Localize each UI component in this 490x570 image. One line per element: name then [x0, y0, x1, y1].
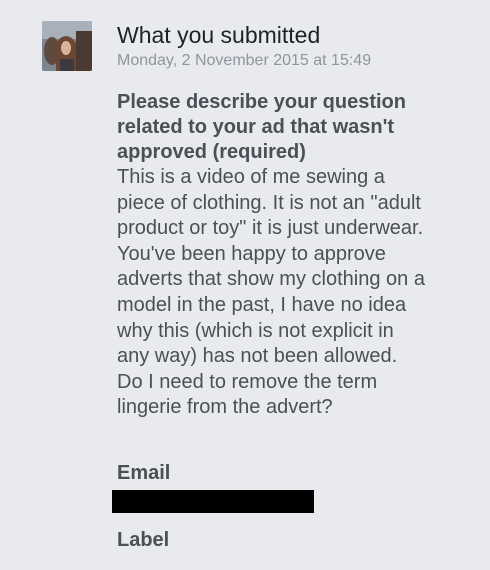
redacted-email-value: [112, 490, 314, 513]
page-title: What you submitted: [117, 22, 321, 48]
answer-line: You've been happy to approve: [117, 242, 386, 265]
submission-timestamp: Monday, 2 November 2015 at 15:49: [117, 52, 372, 69]
email-label: Email: [117, 462, 171, 484]
answer-line: product or toy" it is just underwear.: [117, 217, 424, 240]
answer-line: piece of clothing. It is not an "adult: [117, 191, 421, 214]
question-label-line: related to your ad that wasn't: [117, 116, 395, 138]
answer-line: Do I need to remove the term: [117, 370, 378, 393]
question-label-line: approved (required): [117, 141, 306, 163]
answer-line: model in the past, I have no idea: [117, 293, 407, 316]
submission-content: Please describe your question related to…: [117, 90, 482, 421]
answer-line: adverts that show my clothing on a: [117, 268, 425, 291]
answer-line: any way) has not been allowed.: [117, 345, 398, 368]
avatar[interactable]: [42, 21, 92, 71]
profile-photo: [42, 21, 92, 71]
label-field-label: Label: [117, 529, 170, 551]
answer-line: lingerie from the advert?: [117, 396, 333, 419]
answer-line: why this (which is not explicit in: [117, 319, 394, 342]
question-label-line: Please describe your question: [117, 91, 406, 113]
question-label: Please describe your question related to…: [117, 90, 482, 165]
submission-header: What you submitted Monday, 2 November 20…: [117, 20, 477, 72]
answer-line: This is a video of me sewing a: [117, 166, 385, 188]
question-answer: This is a video of me sewing a piece of …: [117, 165, 482, 421]
